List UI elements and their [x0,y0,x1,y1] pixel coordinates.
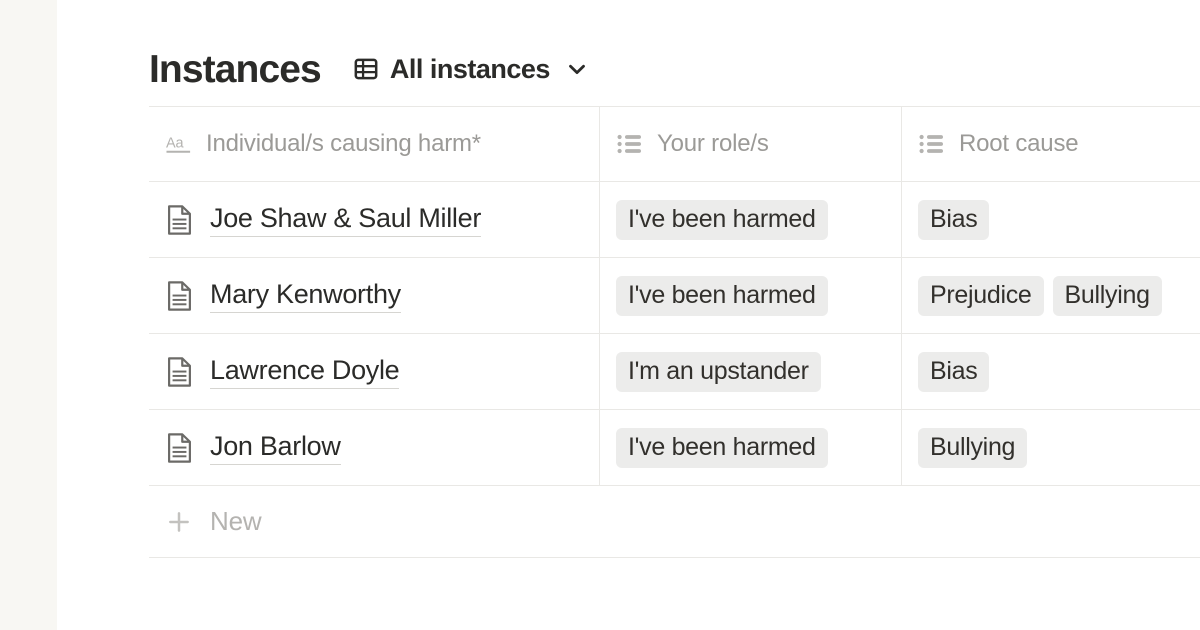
row-title-link[interactable]: Jon Barlow [210,431,341,465]
table-grid-icon [353,56,379,82]
main-content: Instances All instances Aa Individual/s … [57,0,1200,630]
view-selector-label: All instances [389,53,551,84]
cell-your-roles[interactable]: I've been harmed [600,182,902,257]
view-selector[interactable]: All instances [349,50,594,88]
root-cause-tag[interactable]: Bullying [918,427,1028,468]
cell-root-cause[interactable]: Bias [902,182,1200,257]
column-header-root-cause[interactable]: Root cause [902,107,1200,181]
tag-group: I've been harmed [616,427,828,468]
page-document-icon [165,280,193,311]
tag-group: Prejudice Bullying [918,275,1162,316]
table-row[interactable]: Mary Kenworthy I've been harmed Prejudic… [149,258,1200,334]
cell-your-roles[interactable]: I'm an upstander [600,334,902,409]
root-cause-tag[interactable]: Bullying [1052,275,1162,316]
cell-root-cause[interactable]: Bullying [902,410,1200,485]
new-row[interactable]: New [149,486,1200,558]
column-header-label: Root cause [959,130,1079,157]
multi-select-list-icon [918,131,946,157]
root-cause-tag[interactable]: Bias [918,199,990,240]
root-cause-tag[interactable]: Bias [918,351,990,392]
text-aa-icon: Aa [165,131,193,157]
root-cause-tag[interactable]: Prejudice [918,275,1044,316]
page-header: Instances All instances [149,44,1200,94]
tag-group: Bullying [918,427,1028,468]
plus-icon [165,508,193,536]
page-document-icon [165,356,193,387]
role-tag[interactable]: I've been harmed [616,275,828,316]
role-tag[interactable]: I've been harmed [616,199,828,240]
column-header-label: Individual/s causing harm* [206,130,481,157]
page-title: Instances [149,47,322,91]
tag-group: I'm an upstander [616,351,821,392]
cell-individuals[interactable]: Joe Shaw & Saul Miller [149,182,600,257]
cell-individuals[interactable]: Jon Barlow [149,410,600,485]
cell-individuals[interactable]: Mary Kenworthy [149,258,600,333]
role-tag[interactable]: I've been harmed [616,427,828,468]
column-header-your-roles[interactable]: Your role/s [600,107,902,181]
table-row[interactable]: Lawrence Doyle I'm an upstander Bias [149,334,1200,410]
cell-your-roles[interactable]: I've been harmed [600,410,902,485]
column-header-label: Your role/s [657,130,769,157]
page-document-icon [165,204,193,235]
table-row[interactable]: Joe Shaw & Saul Miller I've been harmed … [149,182,1200,258]
multi-select-list-icon [616,131,644,157]
instances-table: Aa Individual/s causing harm* Your role/… [149,106,1200,558]
add-new-row-button[interactable]: New [149,486,262,557]
content-wrapper: Instances All instances Aa Individual/s … [57,0,1200,558]
row-title-link[interactable]: Mary Kenworthy [210,279,401,313]
sidebar [0,0,64,630]
svg-text:Aa: Aa [166,135,184,151]
tag-group: Bias [918,351,990,392]
cell-individuals[interactable]: Lawrence Doyle [149,334,600,409]
tag-group: I've been harmed [616,275,828,316]
app-window: Instances All instances Aa Individual/s … [0,0,1200,630]
cell-root-cause[interactable]: Prejudice Bullying [902,258,1200,333]
chevron-down-icon [564,56,590,82]
cell-your-roles[interactable]: I've been harmed [600,258,902,333]
page-document-icon [165,432,193,463]
column-header-individuals[interactable]: Aa Individual/s causing harm* [149,107,600,181]
row-title-link[interactable]: Joe Shaw & Saul Miller [210,203,481,237]
table-header-row: Aa Individual/s causing harm* Your role/… [149,107,1200,182]
cell-root-cause[interactable]: Bias [902,334,1200,409]
new-row-label: New [210,506,262,536]
row-title-link[interactable]: Lawrence Doyle [210,355,400,389]
role-tag[interactable]: I'm an upstander [616,351,821,392]
table-row[interactable]: Jon Barlow I've been harmed Bullying [149,410,1200,486]
tag-group: Bias [918,199,990,240]
tag-group: I've been harmed [616,199,828,240]
